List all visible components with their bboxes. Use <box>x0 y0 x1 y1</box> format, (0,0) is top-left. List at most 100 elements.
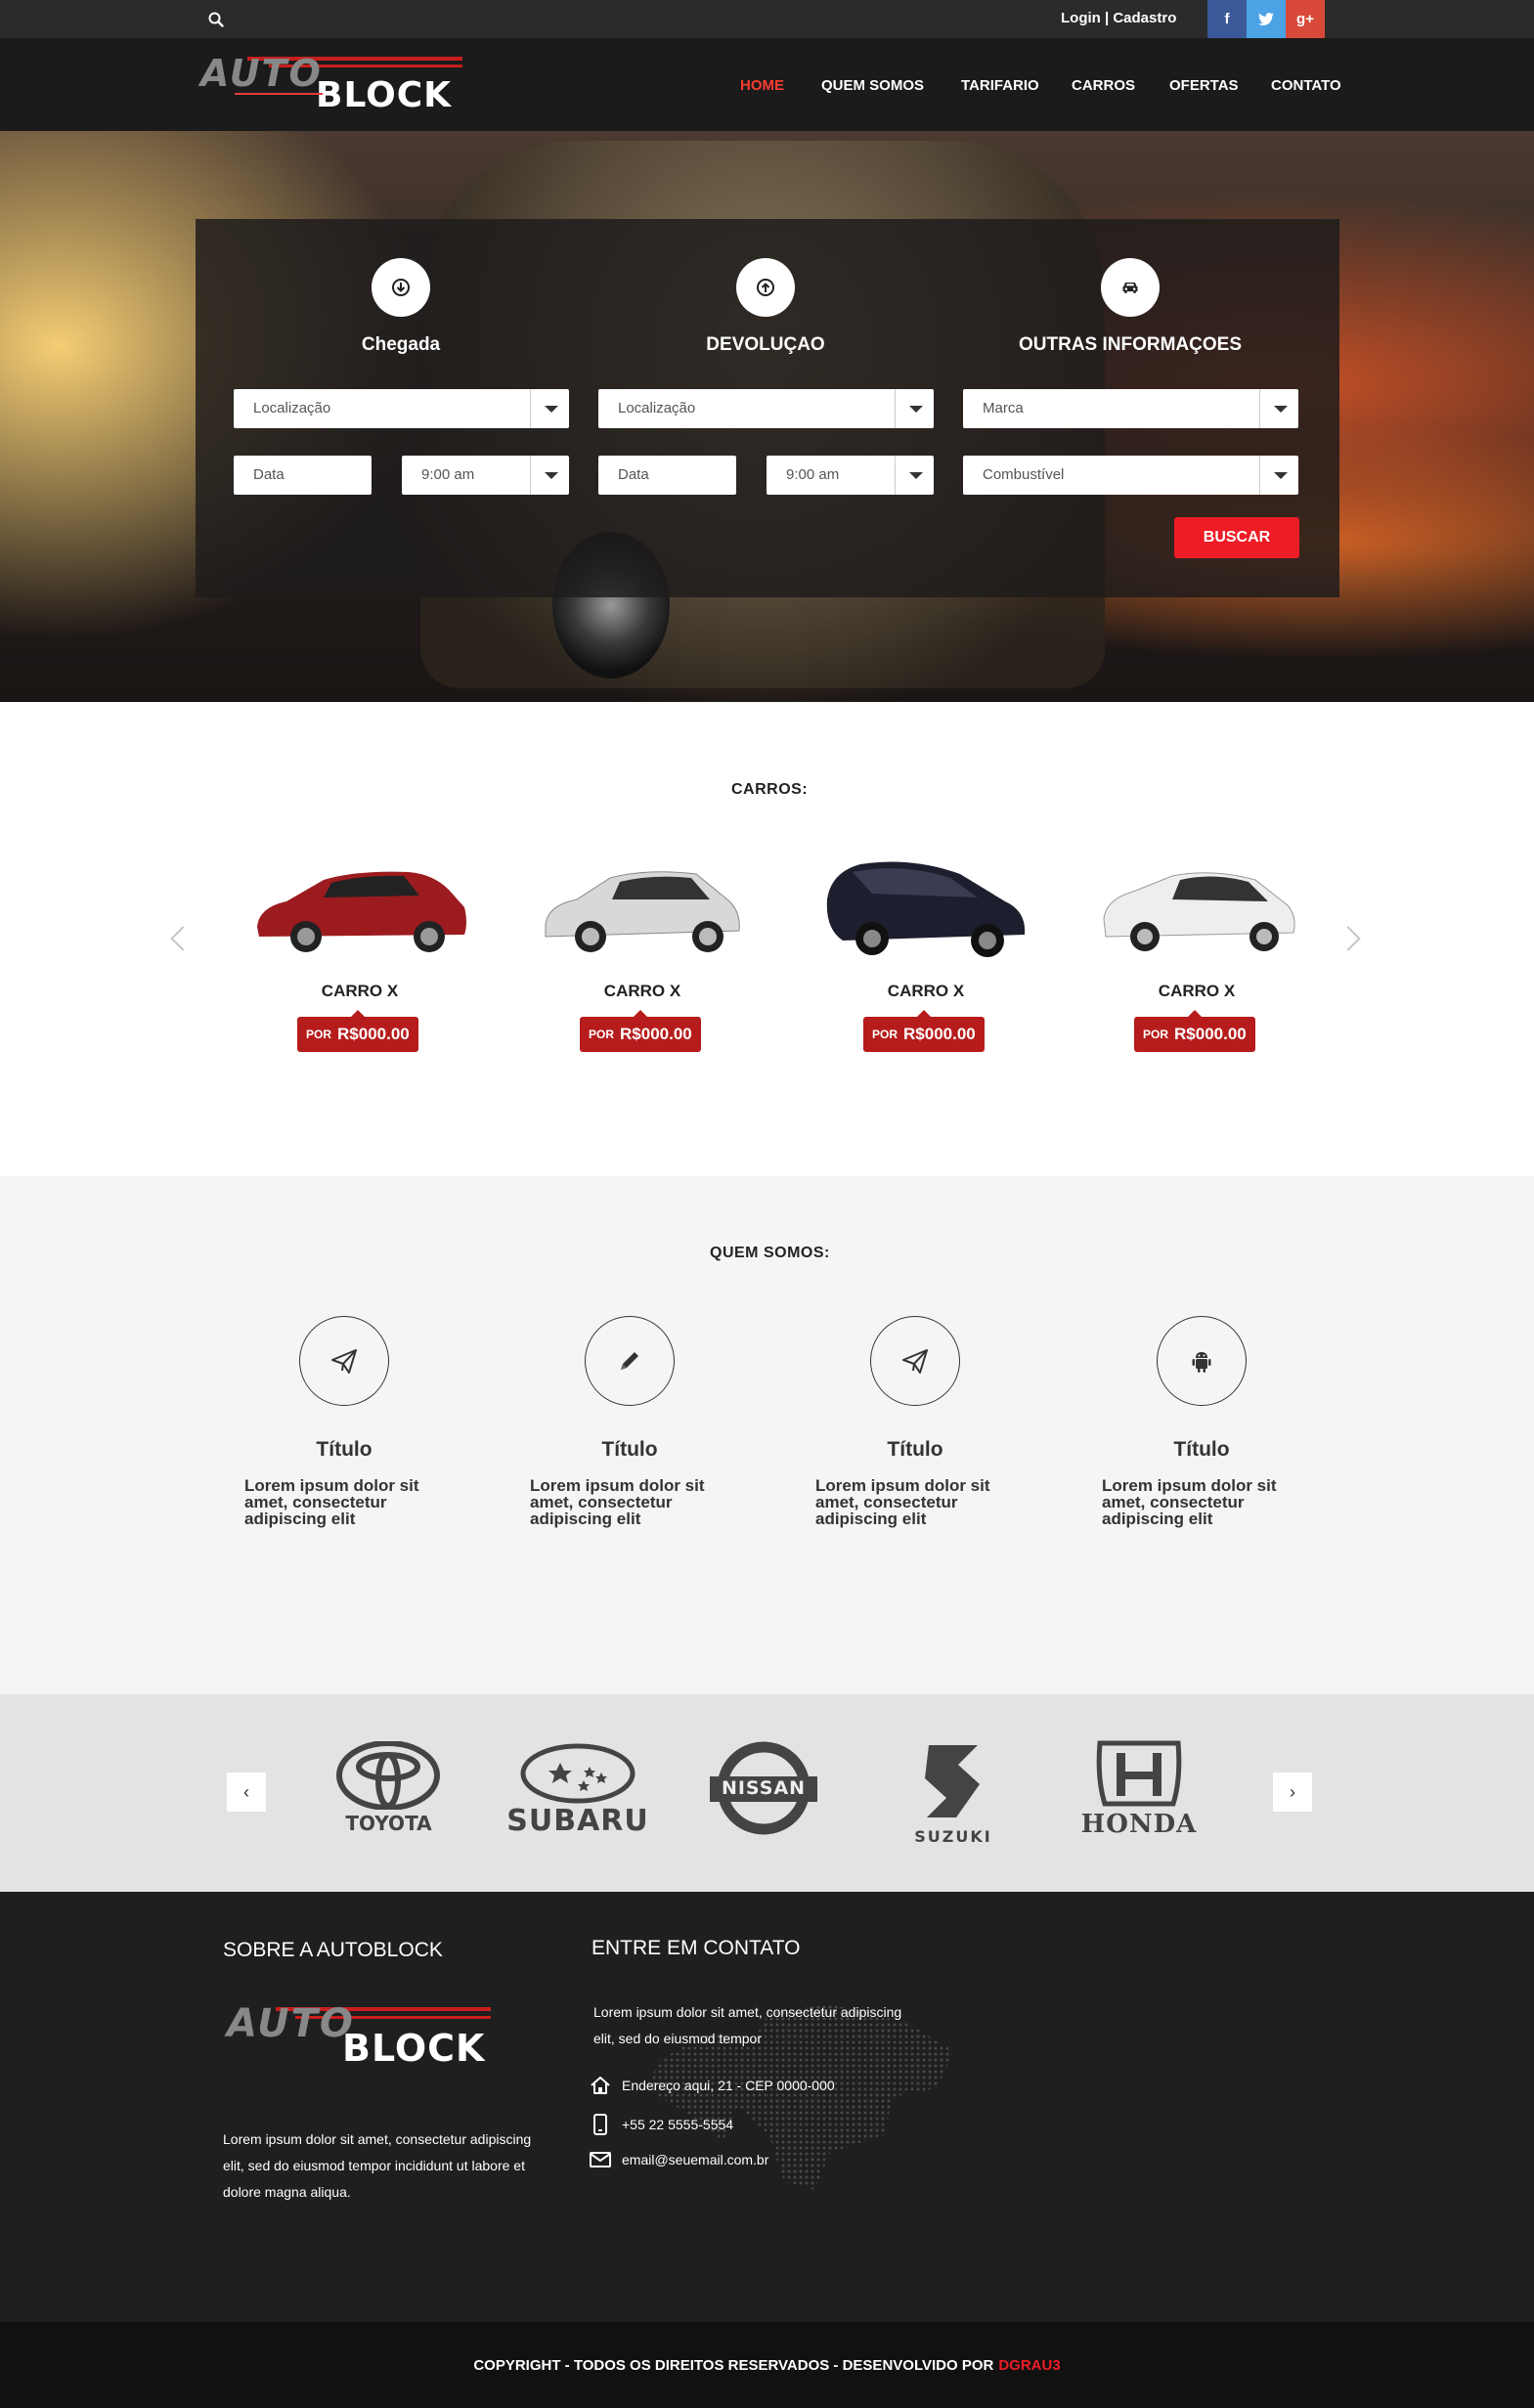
suzuki-logo[interactable]: SUZUKI <box>899 1741 1007 1849</box>
home-icon <box>591 2077 610 2094</box>
suzuki-emblem-icon <box>925 1745 980 1817</box>
chegada-time-select[interactable]: 9:00 am <box>402 456 569 495</box>
copyright-bar: COPYRIGHT - TODOS OS DIREITOS RESERVADOS… <box>0 2322 1534 2408</box>
car-image <box>545 871 740 952</box>
outras-informacoes-title: OUTRAS INFORMAÇOES <box>1019 334 1242 355</box>
chevron-down-icon[interactable] <box>1259 456 1298 495</box>
search-icon[interactable] <box>207 11 225 28</box>
chegada-date-field[interactable]: Data <box>234 456 372 495</box>
nissan-label: NISSAN <box>721 1777 807 1799</box>
facebook-icon[interactable]: f <box>1207 0 1247 38</box>
feature-title: Título <box>601 1438 658 1461</box>
feature-title: Título <box>316 1438 373 1461</box>
pencil-icon <box>585 1316 675 1406</box>
search-panel: Chegada DEVOLUÇAO OUTRAS INFORMAÇOES Loc… <box>196 219 1339 597</box>
cars-next-arrow[interactable] <box>1336 926 1361 951</box>
brands-next-button[interactable]: › <box>1273 1773 1312 1812</box>
feature-title: Título <box>887 1438 943 1461</box>
chevron-down-icon[interactable] <box>895 456 934 495</box>
developer-link[interactable]: DGRAU3 <box>998 2357 1060 2374</box>
footer-about-title: SOBRE A AUTOBLOCK <box>223 1939 443 1961</box>
car-image <box>1103 872 1295 951</box>
android-icon <box>1157 1316 1247 1406</box>
feature-title: Título <box>1173 1438 1230 1461</box>
chegada-location-select[interactable]: Localização <box>234 389 569 428</box>
car-icon <box>1101 258 1160 317</box>
car-image <box>257 871 466 952</box>
cars-prev-arrow[interactable] <box>170 926 196 951</box>
twitter-icon[interactable] <box>1247 0 1286 38</box>
car-price-badge[interactable]: POR R$000.00 <box>863 1010 985 1052</box>
login-link[interactable]: Login | Cadastro <box>1061 10 1176 26</box>
about-section: QUEM SOMOS: Título Lorem ipsum dolor sit… <box>0 1176 1534 1694</box>
arrow-down-circle-icon <box>372 258 430 317</box>
nav-quem-somos[interactable]: QUEM SOMOS <box>821 77 924 94</box>
nav-home[interactable]: HOME <box>740 77 784 94</box>
hero-banner: Chegada DEVOLUÇAO OUTRAS INFORMAÇOES Loc… <box>0 131 1534 702</box>
toyota-emblem-icon <box>336 1740 440 1811</box>
chevron-down-icon[interactable] <box>1259 389 1298 428</box>
toyota-logo[interactable]: TOYOTA <box>328 1740 450 1839</box>
paper-plane-icon <box>870 1316 960 1406</box>
feature-text: Lorem ipsum dolor sit amet, consectetur … <box>815 1476 990 1528</box>
phone-text: +55 22 5555-5554 <box>622 2117 734 2132</box>
devolucao-date-field[interactable]: Data <box>598 456 736 495</box>
envelope-icon <box>590 2152 611 2167</box>
feature-text: Lorem ipsum dolor sit amet, consectetur … <box>530 1476 705 1528</box>
car-name: CARRO X <box>321 982 399 1000</box>
feature-text: Lorem ipsum dolor sit amet, consectetur … <box>1102 1476 1277 1528</box>
devolucao-title: DEVOLUÇAO <box>706 334 825 355</box>
chevron-down-icon[interactable] <box>530 456 569 495</box>
car-price-badge[interactable]: POR R$000.00 <box>297 1010 418 1052</box>
brands-carousel: ‹ › TOYOTA SUBARU NISSAN SUZUKI HONDA <box>0 1694 1534 1892</box>
footer-about-text: Lorem ipsum dolor sit amet, consectetur … <box>223 2131 532 2200</box>
nav-tarifario[interactable]: TARIFARIO <box>961 77 1039 94</box>
toyota-label: TOYOTA <box>345 1812 432 1835</box>
car-name: CARRO X <box>887 982 965 1000</box>
car-card-2[interactable]: CARRO X POR R$000.00 <box>520 851 765 1056</box>
brand-select[interactable]: Marca <box>963 389 1298 428</box>
car-card-3[interactable]: CARRO X POR R$000.00 <box>804 851 1048 1056</box>
car-card-4[interactable]: CARRO X POR R$000.00 <box>1074 851 1319 1056</box>
nav-ofertas[interactable]: OFERTAS <box>1169 77 1239 94</box>
top-bar: Login | Cadastro f g+ <box>0 0 1534 38</box>
nav-contato[interactable]: CONTATO <box>1271 77 1341 94</box>
subaru-label: SUBARU <box>506 1804 649 1838</box>
devolucao-location-select[interactable]: Localização <box>598 389 934 428</box>
cars-section-title: CARROS: <box>731 781 809 798</box>
footer-autoblock-logo: AUTO BLOCK <box>227 1999 491 2078</box>
address-row: Endereço aqui, 21 - CEP 0000-000 <box>589 2074 835 2097</box>
paper-plane-icon <box>299 1316 389 1406</box>
car-price-badge[interactable]: POR R$000.00 <box>1134 1010 1255 1052</box>
subaru-emblem-icon <box>520 1743 636 1804</box>
nissan-logo[interactable]: NISSAN <box>706 1741 821 1839</box>
subaru-logo[interactable]: SUBARU <box>500 1743 656 1841</box>
footer: SOBRE A AUTOBLOCK AUTO BLOCK Lorem ipsum… <box>0 1892 1534 2322</box>
suzuki-label: SUZUKI <box>914 1827 992 1846</box>
car-name: CARRO X <box>1158 982 1236 1000</box>
chevron-down-icon[interactable] <box>895 389 934 428</box>
chevron-down-icon[interactable] <box>530 389 569 428</box>
autoblock-logo[interactable]: AUTO BLOCK <box>200 50 464 118</box>
email-text[interactable]: email@seuemail.com.br <box>622 2152 768 2167</box>
copyright-text: COPYRIGHT - TODOS OS DIREITOS RESERVADOS… <box>473 2356 994 2374</box>
nav-carros[interactable]: CARROS <box>1072 77 1135 94</box>
feature-text: Lorem ipsum dolor sit amet, consectetur … <box>244 1476 419 1528</box>
car-name: CARRO X <box>603 982 681 1000</box>
fuel-select[interactable]: Combustível <box>963 456 1298 495</box>
car-price-badge[interactable]: POR R$000.00 <box>580 1010 701 1052</box>
address-text: Endereço aqui, 21 - CEP 0000-000 <box>622 2078 835 2093</box>
email-row[interactable]: email@seuemail.com.br <box>589 2148 768 2171</box>
phone-icon <box>593 2114 607 2135</box>
car-image <box>826 861 1026 957</box>
google-plus-icon[interactable]: g+ <box>1286 0 1325 38</box>
devolucao-time-select[interactable]: 9:00 am <box>767 456 934 495</box>
honda-emblem-icon <box>1096 1740 1182 1807</box>
honda-label: HONDA <box>1080 1810 1198 1839</box>
brands-prev-button[interactable]: ‹ <box>227 1773 266 1812</box>
car-card-1[interactable]: CARRO X POR R$000.00 <box>238 851 482 1056</box>
footer-contact-text: Lorem ipsum dolor sit amet, consectetur … <box>593 2004 902 2046</box>
buscar-button[interactable]: BUSCAR <box>1174 517 1299 558</box>
honda-logo[interactable]: HONDA <box>1066 1739 1212 1847</box>
about-section-title: QUEM SOMOS: <box>710 1245 830 1261</box>
